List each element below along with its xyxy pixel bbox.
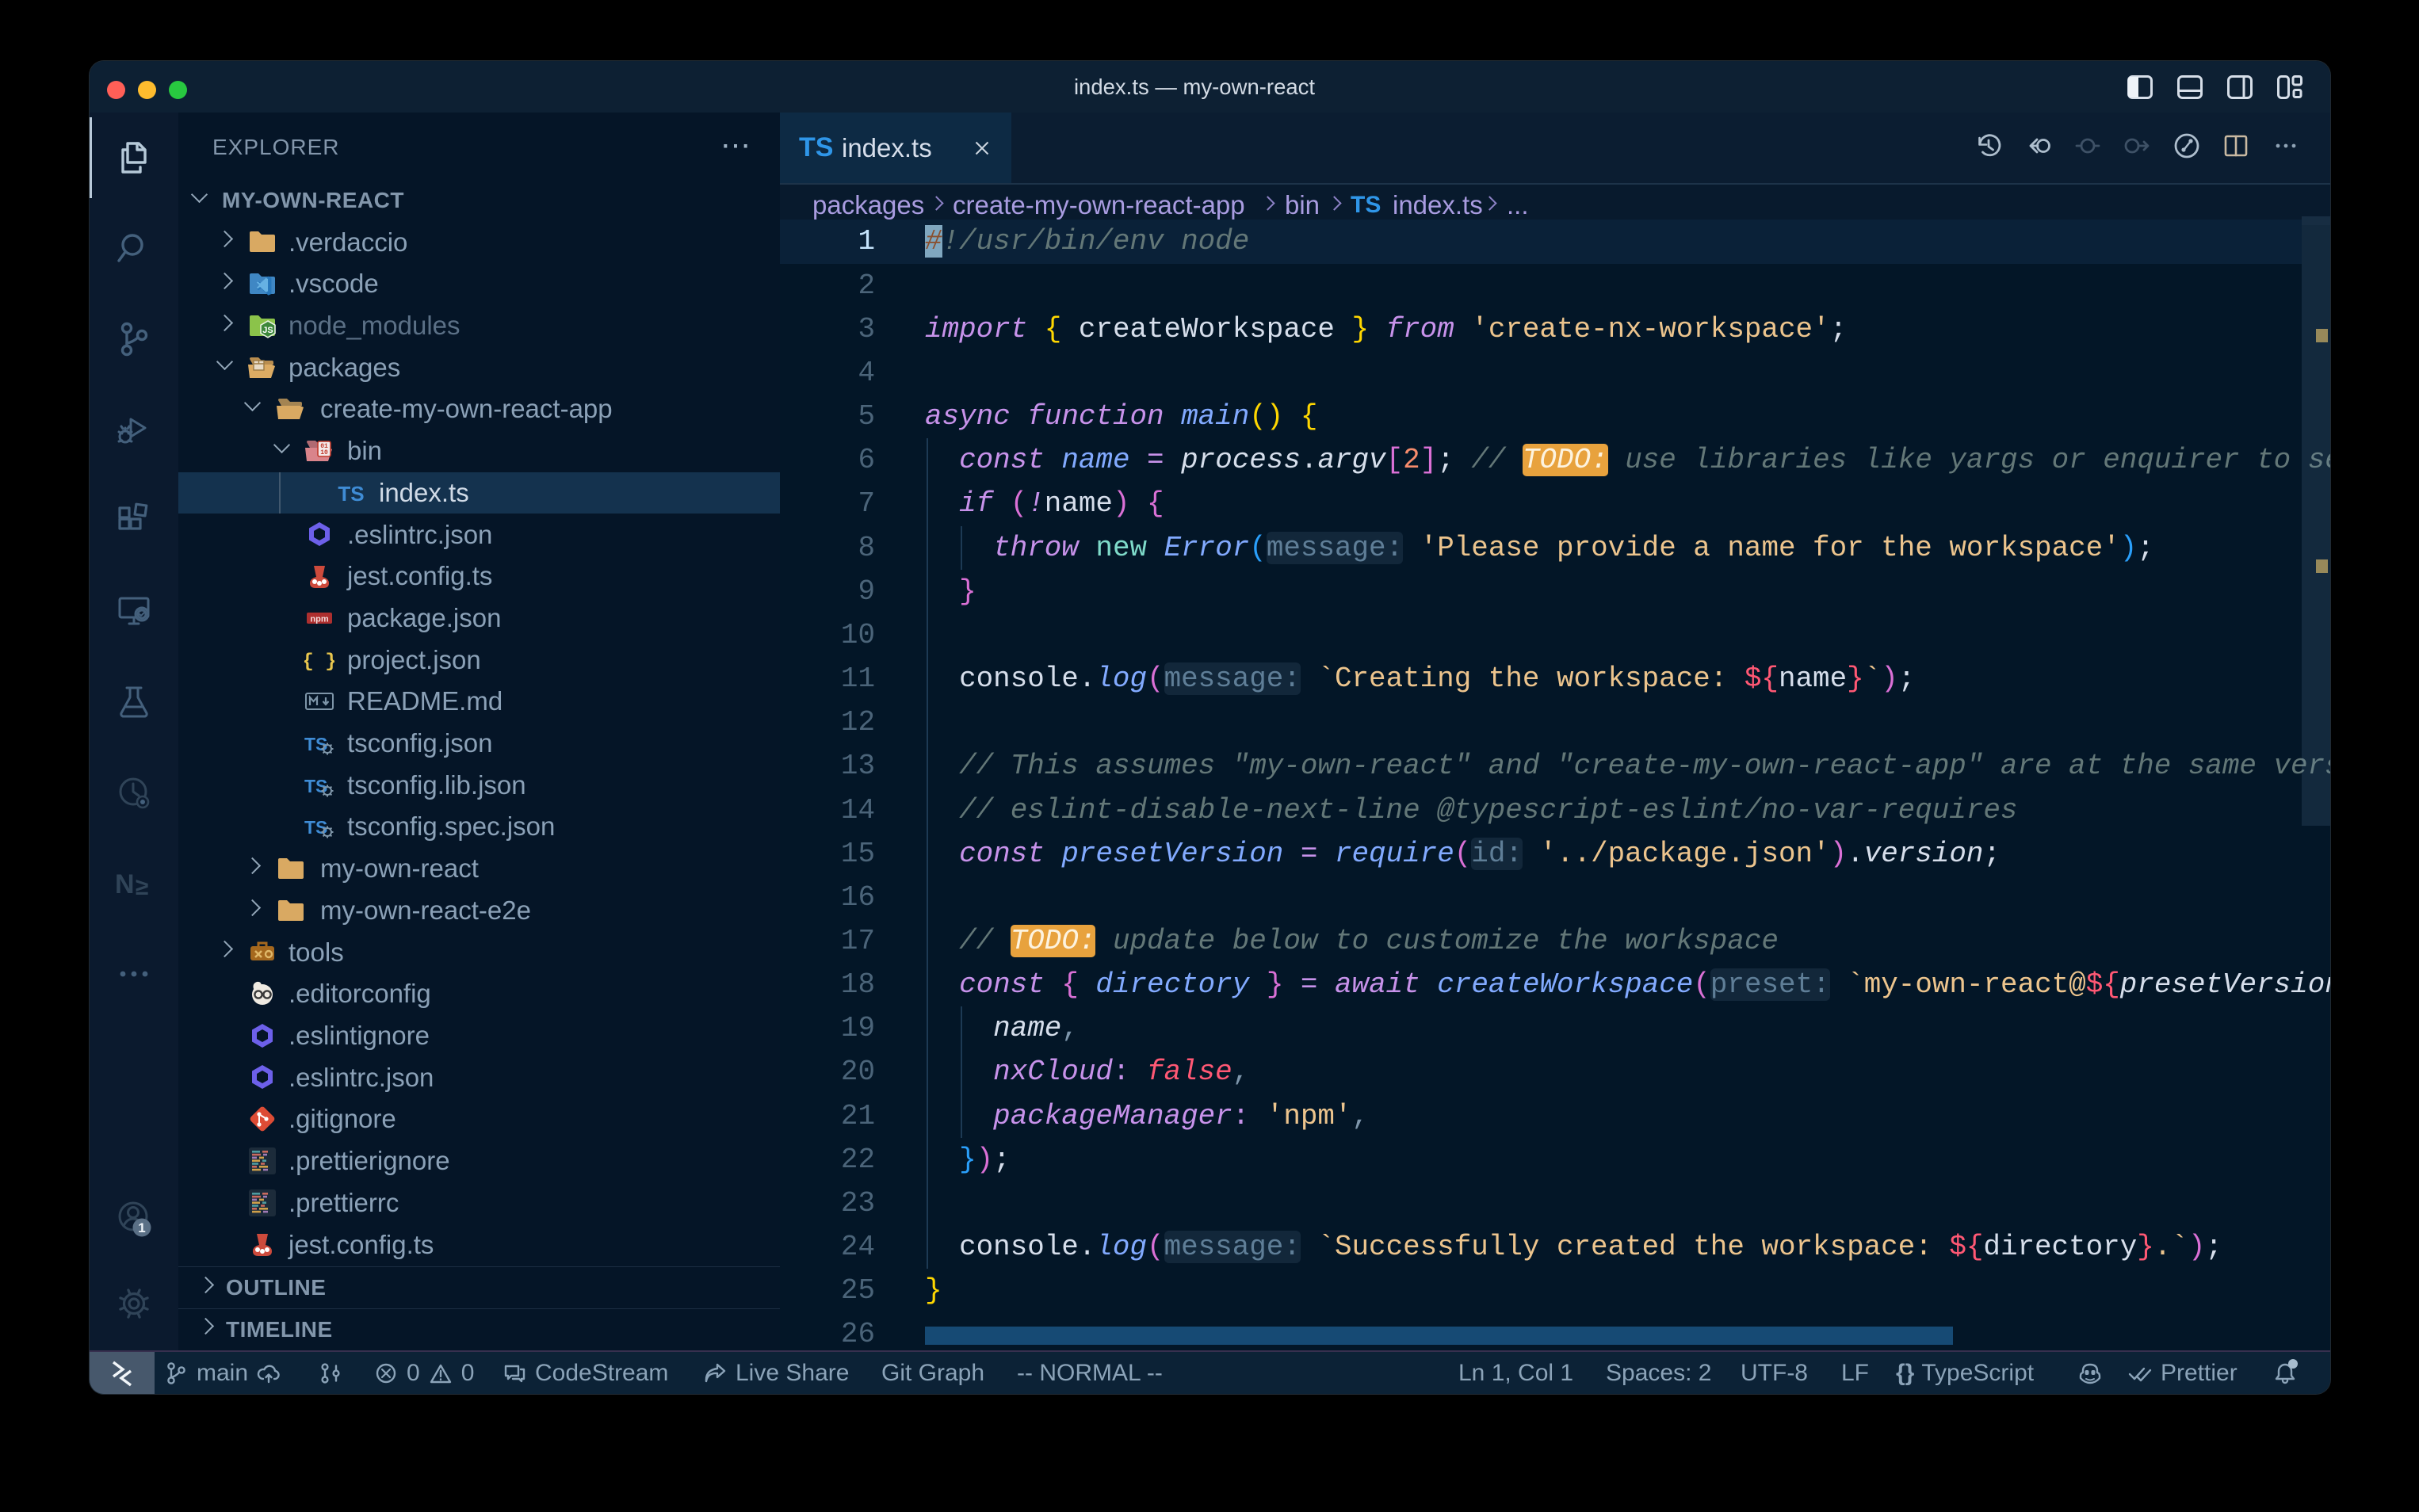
svg-text:≥: ≥: [136, 874, 148, 900]
svg-text:1: 1: [138, 1220, 145, 1235]
svg-text:N: N: [115, 869, 135, 899]
svg-text:npm: npm: [310, 614, 328, 624]
svg-text:JS: JS: [262, 326, 273, 335]
svg-text:10: 10: [320, 449, 328, 456]
svg-text:{ }: { }: [304, 651, 334, 673]
svg-text:TS: TS: [338, 482, 364, 506]
